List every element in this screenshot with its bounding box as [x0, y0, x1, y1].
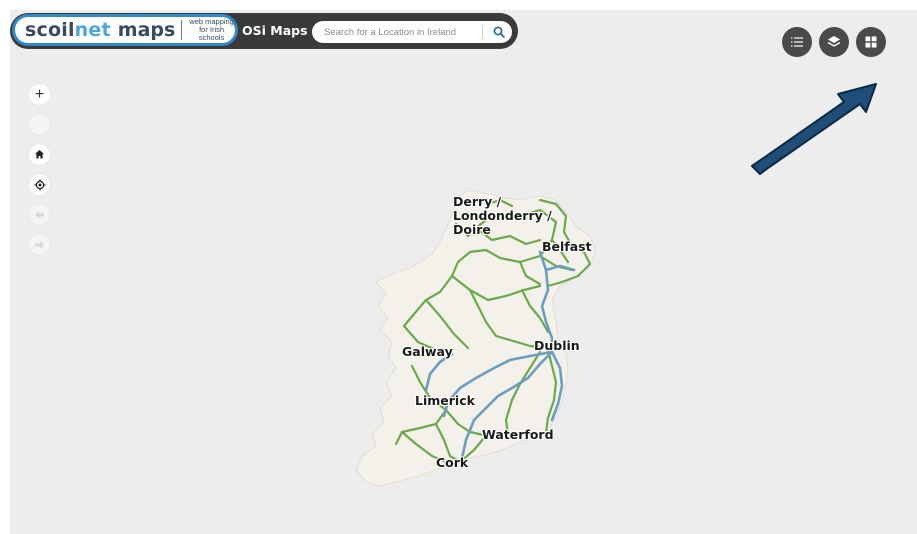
map-label-limerick: Limerick [415, 393, 475, 408]
home-icon [35, 150, 44, 159]
layers-button[interactable] [819, 27, 849, 57]
map-label-dublin: Dublin [534, 338, 580, 353]
map-source-label: OSi Maps [242, 23, 308, 38]
map-label-waterford: Waterford [482, 427, 554, 442]
search-icon [493, 26, 505, 38]
home-button[interactable] [29, 144, 50, 165]
previous-extent-button[interactable] [29, 204, 50, 225]
logo-tagline-line2: for Irish schools [198, 25, 225, 42]
locate-button[interactable] [29, 174, 50, 195]
map-label-derry: Derry / Londonderry / Doire [453, 194, 552, 237]
logo-text-net: net [74, 19, 111, 41]
logo-tagline: web mapping for Irish schools [188, 18, 235, 42]
logo-divider [181, 20, 183, 40]
zoom-in-label: + [34, 85, 45, 103]
search-divider [482, 25, 483, 39]
map-viewport[interactable]: Derry / Londonderry / Doire Belfast Galw… [10, 10, 917, 534]
logo-text-maps: maps [117, 19, 176, 41]
search-box [312, 21, 512, 43]
layers-icon [827, 36, 841, 47]
zoom-out-button[interactable] [29, 114, 50, 135]
arrow-left-icon [35, 210, 44, 219]
scoilnet-maps-logo[interactable]: scoil net maps web mapping for Irish scho… [12, 14, 238, 46]
next-extent-button[interactable] [29, 234, 50, 255]
locate-icon [34, 179, 45, 190]
map-label-belfast: Belfast [542, 239, 592, 254]
logo-text-scoil: scoil [25, 19, 75, 41]
grid-icon [865, 36, 877, 48]
map-label-cork: Cork [436, 455, 469, 470]
search-button[interactable] [490, 23, 508, 41]
list-icon [791, 37, 803, 47]
legend-button[interactable] [782, 27, 812, 57]
basemap-gallery-button[interactable] [856, 27, 886, 57]
zoom-in-button[interactable]: + [29, 84, 50, 105]
search-input[interactable] [312, 21, 482, 43]
map-label-galway: Galway [402, 344, 453, 359]
arrow-right-icon [35, 240, 44, 249]
